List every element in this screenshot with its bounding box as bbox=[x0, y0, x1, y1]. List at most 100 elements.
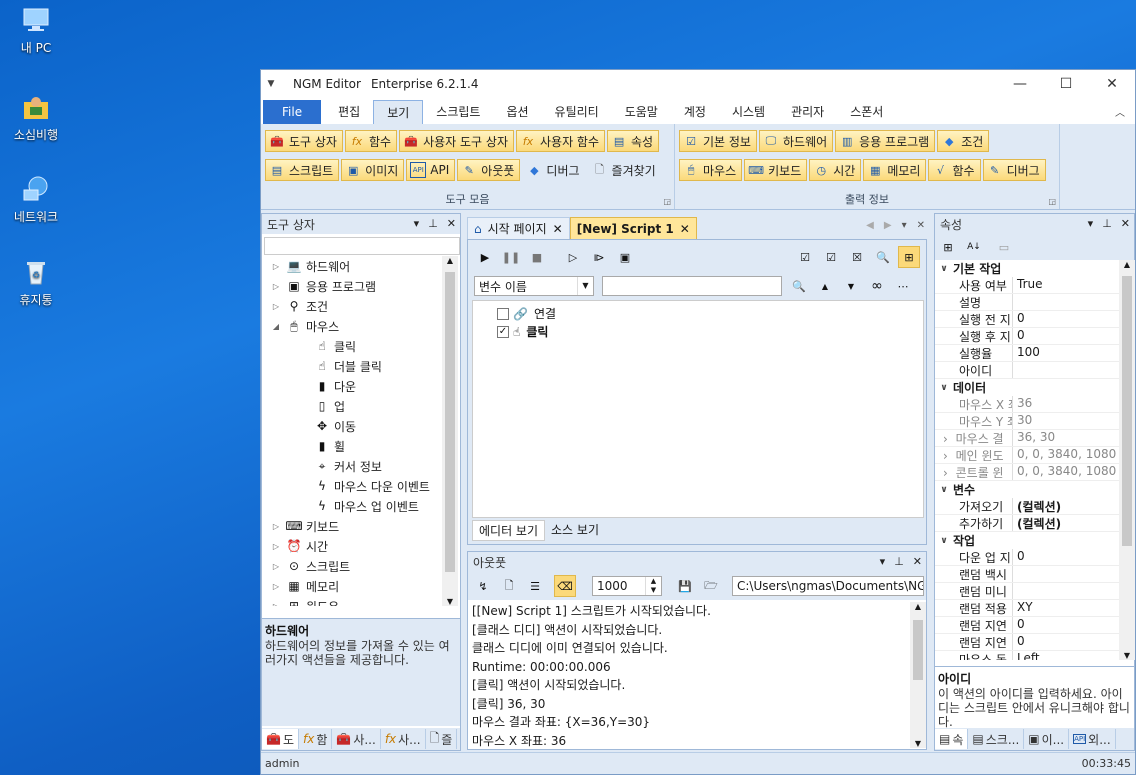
tree-node[interactable]: ▷ ⊞ 윈도우 bbox=[262, 596, 442, 606]
user-function-button[interactable]: fx 사용자 함수 bbox=[516, 130, 606, 152]
desktop-icon-recycle-bin[interactable]: ♻ 휴지통 bbox=[1, 257, 71, 308]
close-tab-icon[interactable]: ✕ bbox=[680, 222, 690, 236]
tab-user-function[interactable]: fx 사... bbox=[381, 729, 426, 749]
output-path-field[interactable]: C:\Users\ngmas\Documents\NGM6\ bbox=[732, 576, 924, 596]
script-button[interactable]: ▤ 스크립트 bbox=[265, 159, 340, 181]
property-row[interactable]: › 메인 윈도 0, 0, 3840, 1080 bbox=[935, 447, 1119, 464]
scroll-right-icon[interactable]: ▶ bbox=[884, 220, 892, 231]
property-value[interactable] bbox=[1013, 583, 1119, 599]
tab-script[interactable]: 스크립트 bbox=[423, 100, 493, 124]
debug-button[interactable]: ◆ 디버그 bbox=[522, 159, 585, 181]
property-value[interactable]: 0 bbox=[1013, 617, 1119, 633]
scroll-down-icon[interactable]: ▼ bbox=[1119, 651, 1135, 660]
tree-node[interactable]: ϟ 마우스 업 이벤트 bbox=[262, 496, 442, 516]
property-row[interactable]: 랜덤 지연 0 bbox=[935, 634, 1119, 651]
close-icon[interactable]: ✕ bbox=[1121, 217, 1130, 230]
desktop-icon-network[interactable]: 네트워크 bbox=[1, 174, 71, 225]
tree-node[interactable]: ☝ 더블 클릭 bbox=[262, 356, 442, 376]
property-value[interactable]: 0 bbox=[1013, 549, 1119, 565]
expander-icon[interactable]: ◢ bbox=[270, 322, 282, 331]
dialog-launcher-icon[interactable]: ◲ bbox=[663, 197, 671, 206]
tree-node[interactable]: ▷ ⌨ 키보드 bbox=[262, 516, 442, 536]
scroll-down-icon[interactable]: ▼ bbox=[910, 739, 926, 748]
property-row[interactable]: 아이디 bbox=[935, 362, 1119, 379]
property-value[interactable]: 0 bbox=[1013, 634, 1119, 650]
hardware-button[interactable]: 🖵 하드웨어 bbox=[758, 130, 834, 152]
dropdown-icon[interactable]: ▾ bbox=[880, 555, 886, 568]
basic-info-button[interactable]: ☑ 기본 정보 bbox=[679, 130, 757, 152]
tab-account[interactable]: 계정 bbox=[671, 100, 719, 124]
collapse-icon[interactable]: ∨ bbox=[935, 485, 953, 495]
tree-node[interactable]: ⌖ 커서 정보 bbox=[262, 456, 442, 476]
expand-icon[interactable]: › bbox=[943, 449, 952, 463]
condition-button[interactable]: ◆ 조건 bbox=[937, 130, 990, 152]
close-icon[interactable]: ✕ bbox=[913, 555, 922, 568]
property-pages-icon[interactable]: ▭ bbox=[993, 236, 1015, 258]
scroll-up-icon[interactable]: ▲ bbox=[910, 602, 926, 611]
property-row[interactable]: › 콘트롤 윈 0, 0, 3840, 1080 bbox=[935, 464, 1119, 481]
pin-icon[interactable]: ⊥ bbox=[894, 555, 904, 568]
pin-icon[interactable]: ⊥ bbox=[1102, 217, 1112, 230]
expander-icon[interactable]: ▷ bbox=[270, 302, 282, 311]
uncheck-icon[interactable]: ☒ bbox=[846, 246, 868, 268]
collapse-icon[interactable]: ∨ bbox=[935, 536, 953, 546]
property-row[interactable]: 가져오기 (컬렉션) bbox=[935, 498, 1119, 515]
eraser-icon[interactable]: ⌫ bbox=[554, 575, 576, 597]
time-button[interactable]: ◷ 시간 bbox=[809, 159, 862, 181]
properties-scrollbar[interactable]: ▲ ▼ bbox=[1119, 260, 1135, 660]
more-icon[interactable]: ⋯ bbox=[892, 275, 914, 297]
tab-favorites[interactable]: 🗋 즐 bbox=[426, 729, 458, 749]
toolbox-scrollbar[interactable]: ▲ ▼ bbox=[442, 256, 458, 606]
property-row[interactable]: 랜덤 지연 0 bbox=[935, 617, 1119, 634]
image-button[interactable]: ▣ 이미지 bbox=[341, 159, 405, 181]
pause-icon[interactable]: ❚❚ bbox=[500, 246, 522, 268]
expander-icon[interactable]: ▷ bbox=[270, 542, 282, 551]
step-icon[interactable]: ▣ bbox=[614, 246, 636, 268]
tree-node[interactable]: ✥ 이동 bbox=[262, 416, 442, 436]
property-row[interactable]: 랜덤 미니 bbox=[935, 583, 1119, 600]
tab-script-list[interactable]: ▤ 스크... bbox=[968, 729, 1025, 749]
tab-edit[interactable]: 편집 bbox=[325, 100, 373, 124]
tree-node[interactable]: ▷ ⏰ 시간 bbox=[262, 536, 442, 556]
property-value[interactable]: 30 bbox=[1013, 413, 1119, 429]
pin-icon[interactable]: ⊥ bbox=[428, 217, 438, 230]
play-icon[interactable]: ▶ bbox=[474, 246, 496, 268]
line-limit-stepper[interactable]: 1000 ▲ ▼ bbox=[592, 576, 662, 596]
property-category[interactable]: ∨ 데이터 bbox=[935, 379, 1119, 396]
property-value[interactable]: XY bbox=[1013, 600, 1119, 616]
expand-icon[interactable]: › bbox=[943, 466, 952, 480]
outline-item[interactable]: 🔗 연결 bbox=[497, 305, 923, 323]
output-scrollbar[interactable]: ▲ ▼ bbox=[910, 602, 926, 748]
tree-view-icon[interactable]: ⊞ bbox=[898, 246, 920, 268]
api-button[interactable]: API API bbox=[406, 159, 456, 181]
property-value[interactable]: (컬렉션) bbox=[1013, 515, 1119, 531]
maximize-button[interactable]: ☐ bbox=[1043, 70, 1089, 98]
tree-node[interactable]: ▷ 💻 하드웨어 bbox=[262, 256, 442, 276]
collapse-icon[interactable]: ∨ bbox=[935, 383, 953, 393]
tab-function[interactable]: fx 함 bbox=[299, 729, 333, 749]
properties-button[interactable]: ▤ 속성 bbox=[607, 130, 660, 152]
tree-node[interactable]: ▯ 업 bbox=[262, 396, 442, 416]
variable-value-input[interactable] bbox=[602, 276, 782, 296]
tree-node[interactable]: ◢ 🖱 마우스 bbox=[262, 316, 442, 336]
search-icon[interactable]: 🔍 bbox=[788, 275, 810, 297]
sort-az-icon[interactable]: A↓ bbox=[963, 236, 985, 258]
tab-image[interactable]: ▣ 이... bbox=[1024, 729, 1070, 749]
property-row[interactable]: 실행율 100 bbox=[935, 345, 1119, 362]
minimize-button[interactable]: — bbox=[997, 70, 1043, 98]
categorized-icon[interactable]: ⊞ bbox=[937, 236, 959, 258]
property-value[interactable]: 36, 30 bbox=[1013, 430, 1119, 446]
play-frame-icon[interactable]: ⧐ bbox=[588, 246, 610, 268]
tab-script-1[interactable]: [New] Script 1 ✕ bbox=[569, 217, 697, 239]
close-tab-icon[interactable]: ✕ bbox=[553, 222, 563, 236]
property-row[interactable]: 다운 업 지0 bbox=[935, 549, 1119, 566]
property-row[interactable]: 사용 여부 True bbox=[935, 277, 1119, 294]
tab-system[interactable]: 시스템 bbox=[719, 100, 778, 124]
ribbon-collapse-icon[interactable]: ︿ bbox=[1115, 104, 1125, 119]
desktop-icon-user-folder[interactable]: 소심비행 bbox=[1, 92, 71, 143]
property-row[interactable]: 랜덤 적용 XY bbox=[935, 600, 1119, 617]
dropdown-icon[interactable]: ▾ bbox=[1088, 217, 1094, 230]
property-row[interactable]: 마우스 Y 좌 30 bbox=[935, 413, 1119, 430]
output-button[interactable]: ✎ 아웃풋 bbox=[457, 159, 521, 181]
folder-icon[interactable]: 🗁 bbox=[700, 575, 722, 597]
